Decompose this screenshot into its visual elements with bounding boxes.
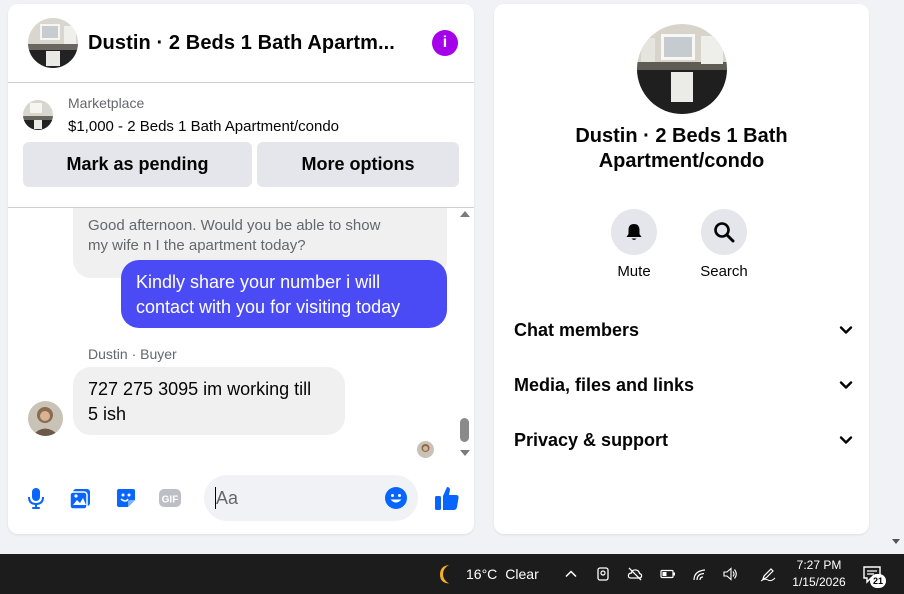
sender-avatar[interactable] [28, 401, 63, 436]
message-text: my wife n I the apartment today? [88, 237, 306, 254]
weather-widget[interactable]: 16°C Clear [434, 562, 539, 586]
clock-date: 1/15/2026 [792, 575, 846, 589]
chevron-down-icon [839, 436, 853, 444]
chevron-up-icon[interactable] [563, 566, 579, 582]
chat-header: Dustin · 2 Beds 1 Bath Apartm... i [8, 4, 474, 83]
bell-icon[interactable] [611, 209, 657, 255]
scroll-thumb[interactable] [460, 418, 469, 442]
moon-icon [440, 565, 449, 584]
message-text: Good afternoon. Would you be able to sho… [88, 217, 381, 234]
wifi-icon[interactable] [692, 566, 708, 582]
message-input[interactable] [216, 486, 376, 510]
cloud-offline-icon[interactable] [627, 566, 643, 582]
page-scrollbar[interactable] [888, 0, 904, 552]
conversation-title: Dustin · 2 Beds 1 Bath Apartment/condo [575, 125, 788, 172]
marketplace-label: Marketplace [68, 95, 145, 111]
text-caret [215, 487, 216, 509]
message-text: contact with you for visiting today [136, 297, 401, 317]
volume-icon[interactable] [722, 566, 738, 582]
listing-card: Marketplace $1,000 - 2 Beds 1 Bath Apart… [8, 83, 474, 187]
listing-price-title: $1,000 - 2 Beds 1 Bath Apartment/condo [68, 118, 340, 135]
search-label: Search [700, 263, 748, 280]
mark-as-pending-button[interactable]: Mark as pending [23, 142, 252, 187]
scroll-up-arrow-icon[interactable] [460, 211, 470, 217]
microphone-icon[interactable] [24, 486, 48, 510]
svg-text:GIF: GIF [162, 495, 179, 506]
emoji-icon[interactable] [384, 486, 408, 510]
weather-condition: Clear [505, 566, 539, 582]
message-list[interactable]: Good afternoon. Would you be able to sho… [8, 208, 474, 466]
section-label: Media, files and links [514, 374, 695, 395]
message-incoming[interactable]: 727 275 3095 im working till 5 ish [73, 367, 345, 435]
chevron-down-icon [839, 381, 853, 389]
scroll-down-arrow-icon[interactable] [460, 450, 470, 456]
message-scrollbar[interactable] [458, 208, 472, 460]
clock-time: 7:27 PM [796, 558, 842, 572]
info-icon[interactable]: i [432, 30, 458, 56]
chevron-down-icon [839, 326, 853, 334]
scroll-down-arrow-icon[interactable] [892, 539, 900, 544]
section-label: Privacy & support [514, 429, 669, 450]
message-text: Kindly share your number i will [136, 272, 381, 292]
system-clock[interactable]: 7:27 PM 1/15/2026 [790, 557, 848, 591]
notification-count-badge: 21 [870, 574, 886, 588]
message-text: 727 275 3095 im working till [88, 379, 312, 399]
webcam-icon[interactable] [595, 566, 611, 582]
chat-panel: Dustin · 2 Beds 1 Bath Apartm... i Marke… [8, 4, 474, 534]
listing-profile-photo[interactable] [637, 24, 727, 114]
listing-thumbnail [23, 100, 53, 130]
message-input-box[interactable] [204, 475, 418, 521]
chat-info-panel: Dustin · 2 Beds 1 Bath Apartment/condo M… [494, 4, 869, 534]
windows-taskbar: 16°C Clear 7:27 PM 1/15/2026 21 [0, 554, 904, 594]
composer: GIF [8, 470, 474, 522]
search-icon[interactable] [701, 209, 747, 255]
search-action[interactable]: Search [684, 209, 764, 280]
gif-icon[interactable]: GIF [158, 486, 182, 510]
battery-icon[interactable] [660, 566, 676, 582]
photo-icon[interactable] [68, 486, 92, 510]
message-outgoing[interactable]: Kindly share your number i will contact … [121, 260, 447, 328]
listing-actions: Mark as pending More options [23, 142, 459, 187]
section-privacy-support[interactable]: Privacy & support [514, 420, 854, 460]
message-text: 5 ish [88, 404, 127, 424]
listing-avatar[interactable] [28, 18, 78, 68]
section-chat-members[interactable]: Chat members [514, 310, 854, 350]
more-options-button[interactable]: More options [257, 142, 459, 187]
mute-action[interactable]: Mute [594, 209, 674, 280]
weather-temperature: 16°C [466, 566, 498, 582]
thumbs-up-icon[interactable] [433, 484, 461, 512]
sticker-icon[interactable] [114, 486, 138, 510]
section-label: Chat members [514, 319, 640, 340]
seen-indicator-avatar [417, 441, 434, 458]
pen-icon[interactable] [760, 566, 776, 582]
chat-title[interactable]: Dustin · 2 Beds 1 Bath Apartm... [88, 32, 418, 55]
sender-name: Dustin · Buyer [88, 346, 177, 362]
listing-summary[interactable]: Marketplace $1,000 - 2 Beds 1 Bath Apart… [23, 95, 459, 135]
section-media-files-links[interactable]: Media, files and links [514, 365, 854, 405]
mute-label: Mute [617, 263, 651, 280]
